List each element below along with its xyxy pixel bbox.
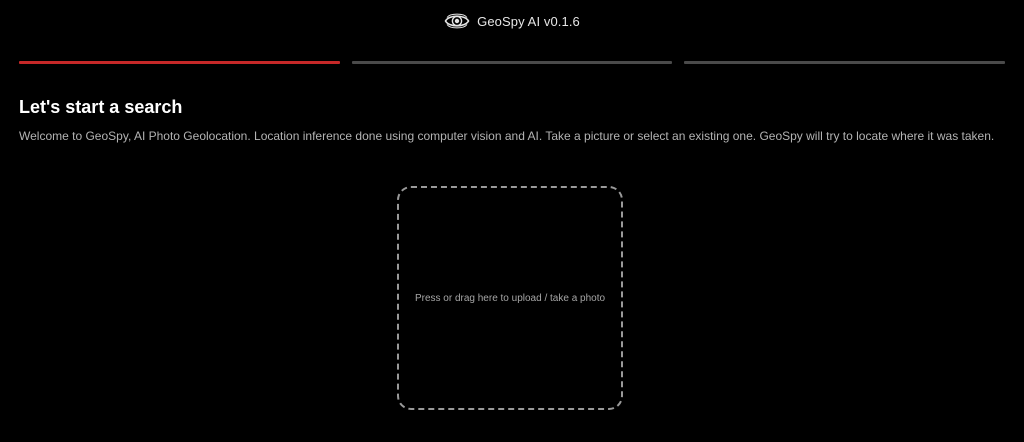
progress-step-2	[351, 61, 673, 64]
photo-upload-dropzone[interactable]: Press or drag here to upload / take a ph…	[397, 186, 623, 410]
page-title: Let's start a search	[19, 97, 183, 117]
progress-step-3	[684, 61, 1006, 64]
eye-logo-icon	[444, 13, 470, 29]
app-page: GeoSpy AI v0.1.6 Let's start a search We…	[0, 0, 1024, 442]
step-progress-bar	[19, 61, 1006, 64]
intro-description: Welcome to GeoSpy, AI Photo Geolocation.…	[19, 129, 995, 143]
progress-step-1	[19, 61, 340, 64]
app-header: GeoSpy AI v0.1.6	[0, 9, 1024, 33]
upload-prompt: Press or drag here to upload / take a ph…	[414, 292, 606, 304]
app-title: GeoSpy AI v0.1.6	[477, 13, 580, 29]
